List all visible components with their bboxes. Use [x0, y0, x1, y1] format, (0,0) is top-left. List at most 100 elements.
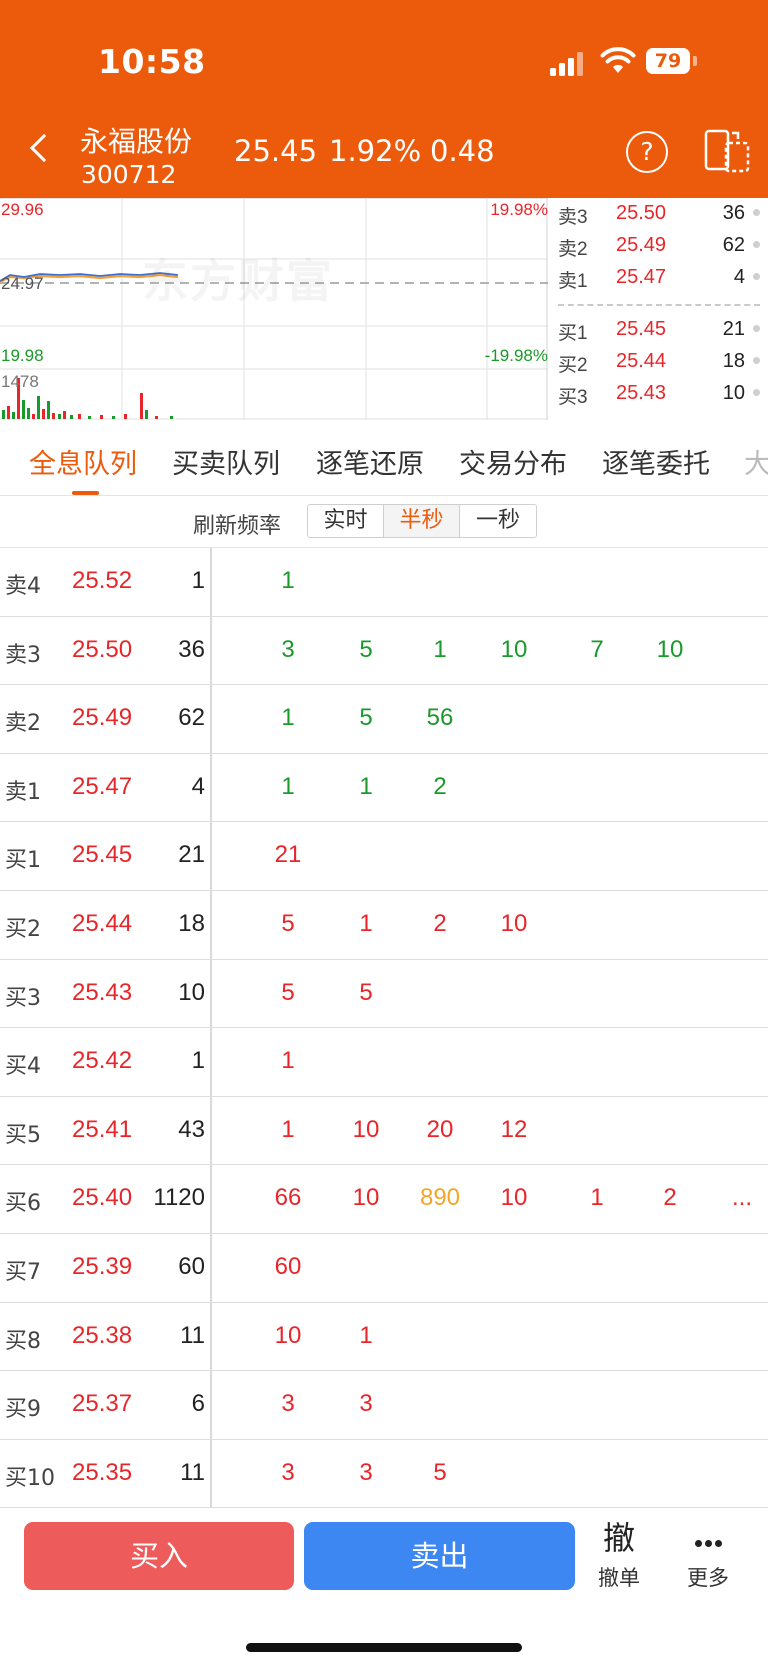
queue-row[interactable]: 卖2 25.49 62 1 5 56: [0, 685, 768, 754]
queue-order-size: 66: [274, 1184, 302, 1212]
queue-order-size: 7: [590, 635, 604, 663]
book-bid-row: 买1 25.45 21: [548, 314, 768, 344]
queue-level-label: 买5: [5, 1122, 41, 1148]
tab-trade-distribution[interactable]: 交易分布: [459, 442, 567, 481]
chart-low-price: 19.98: [1, 346, 44, 365]
order-book[interactable]: 卖3 25.50 36 卖2 25.49 62 卖1 25.47 4 买1 25…: [548, 198, 768, 420]
queue-row[interactable]: 买1 25.45 21 21: [0, 822, 768, 891]
queue-volume: 36: [178, 635, 205, 663]
queue-order-size: 2: [433, 772, 447, 800]
split-screen-icon[interactable]: [704, 129, 750, 173]
refresh-option-one-second[interactable]: 一秒: [460, 505, 536, 537]
queue-order-size: 1: [281, 1115, 295, 1143]
queue-row[interactable]: 买5 25.41 43 1 10 20 12: [0, 1097, 768, 1166]
queue-order-size: 5: [433, 1458, 447, 1486]
order-queue-table[interactable]: 卖4 25.52 1 1 卖3 25.50 36 3 5 1 10 7 10 卖2 25.49 62 1 5 56 卖…: [0, 548, 768, 1509]
queue-price: 25.47: [72, 772, 133, 800]
queue-order-size: 10: [274, 1321, 302, 1349]
queue-price: 25.38: [72, 1321, 133, 1349]
refresh-option-half-second[interactable]: 半秒: [384, 505, 460, 537]
dot-icon: [753, 325, 760, 332]
queue-row[interactable]: 买3 25.43 10 5 5: [0, 960, 768, 1029]
refresh-option-realtime[interactable]: 实时: [308, 505, 384, 537]
cancel-order-button[interactable]: 撤 撤单: [591, 1518, 647, 1594]
queue-price: 25.39: [72, 1253, 133, 1280]
tab-tick-orders[interactable]: 逐笔委托: [602, 442, 710, 481]
queue-order-size: 890: [419, 1184, 461, 1212]
queue-level-label: 卖3: [5, 642, 41, 668]
queue-price: 25.49: [72, 704, 133, 732]
queue-order-size: 12: [500, 1115, 528, 1143]
queue-order-size: 1: [433, 635, 447, 663]
tab-bid-ask-queue[interactable]: 买卖队列: [172, 442, 280, 481]
queue-order-size: 1: [281, 772, 295, 800]
dot-icon: [753, 273, 760, 280]
queue-order-size: 60: [274, 1253, 302, 1280]
book-bid-row: 买2 25.44 18: [548, 346, 768, 376]
chart-high-pct: 19.98%: [490, 200, 548, 219]
tab-more-truncated[interactable]: 大: [744, 442, 768, 481]
dot-icon: [753, 209, 760, 216]
queue-volume: 18: [178, 910, 205, 937]
queue-order-size: 10: [500, 635, 528, 663]
tab-full-queue[interactable]: 全息队列: [29, 442, 137, 481]
refresh-rate-label: 刷新频率: [193, 514, 282, 539]
queue-row[interactable]: 买7 25.39 60 60: [0, 1234, 768, 1303]
queue-order-size: 3: [359, 1458, 373, 1486]
queue-row[interactable]: 买8 25.38 11 10 1: [0, 1303, 768, 1372]
cancel-icon: 撤: [602, 1519, 635, 1557]
queue-order-size: 1: [281, 567, 295, 594]
queue-row[interactable]: 买4 25.42 1 1: [0, 1028, 768, 1097]
buy-button[interactable]: 买入: [24, 1522, 294, 1590]
queue-order-size: 5: [359, 635, 373, 663]
queue-volume: 62: [178, 704, 205, 732]
stock-name: 永福股份: [80, 125, 193, 158]
change-percent: 1.92%: [329, 134, 422, 168]
queue-price: 25.52: [72, 567, 133, 594]
sell-button[interactable]: 卖出: [304, 1522, 575, 1590]
queue-level-label: 买8: [5, 1328, 41, 1354]
queue-order-size: 5: [281, 978, 295, 1006]
queue-price: 25.40: [72, 1184, 133, 1212]
queue-order-size: 1: [590, 1184, 604, 1212]
queue-volume: 60: [178, 1253, 205, 1280]
queue-row[interactable]: 买6 25.40 1120 66 10 890 10 1 2...: [0, 1165, 768, 1234]
queue-level-label: 买4: [5, 1054, 41, 1080]
queue-level-label: 买2: [5, 917, 41, 942]
queue-volume: 1: [191, 567, 205, 594]
change-amount: 0.48: [430, 134, 495, 168]
help-icon[interactable]: ?: [626, 131, 668, 173]
queue-price: 25.37: [72, 1390, 133, 1418]
queue-volume: 1: [191, 1047, 205, 1075]
queue-row[interactable]: 买2 25.44 18 5 1 2 10: [0, 891, 768, 960]
status-time: 10:58: [98, 42, 206, 81]
queue-price: 25.45: [72, 841, 133, 869]
queue-order-size: 10: [352, 1115, 380, 1143]
queue-row[interactable]: 卖1 25.47 4 1 1 2: [0, 754, 768, 823]
back-button[interactable]: [22, 128, 62, 172]
queue-order-size: 20: [426, 1115, 454, 1143]
queue-row[interactable]: 卖3 25.50 36 3 5 1 10 7 10: [0, 617, 768, 686]
wifi-icon: [600, 47, 636, 73]
queue-order-size: 3: [281, 635, 295, 663]
queue-level-label: 买1: [5, 848, 41, 874]
more-button[interactable]: 更多: [678, 1518, 738, 1594]
active-tab-indicator: [72, 491, 99, 495]
chart-pre-close: 24.97: [1, 274, 44, 293]
queue-volume: 11: [180, 1321, 205, 1349]
queue-order-size: 1: [359, 772, 373, 800]
queue-row[interactable]: 买10 25.35 11 3 3 5: [0, 1440, 768, 1509]
cellular-signal-icon: [550, 52, 586, 76]
watermark-logo: 东方财富: [142, 245, 334, 311]
queue-price: 25.41: [72, 1115, 133, 1143]
queue-order-size: 10: [656, 635, 684, 663]
queue-row[interactable]: 买9 25.37 6 3 3: [0, 1371, 768, 1440]
tab-tick-restore[interactable]: 逐笔还原: [316, 442, 424, 481]
chart-volume-max: 1478: [1, 372, 39, 391]
book-ask-row: 卖2 25.49 62: [548, 230, 768, 260]
queue-order-size: 56: [426, 704, 454, 732]
queue-row[interactable]: 卖4 25.52 1 1: [0, 548, 768, 617]
queue-volume: 6: [191, 1390, 205, 1418]
queue-level-label: 买3: [5, 985, 41, 1011]
more-icon: [678, 1518, 738, 1558]
